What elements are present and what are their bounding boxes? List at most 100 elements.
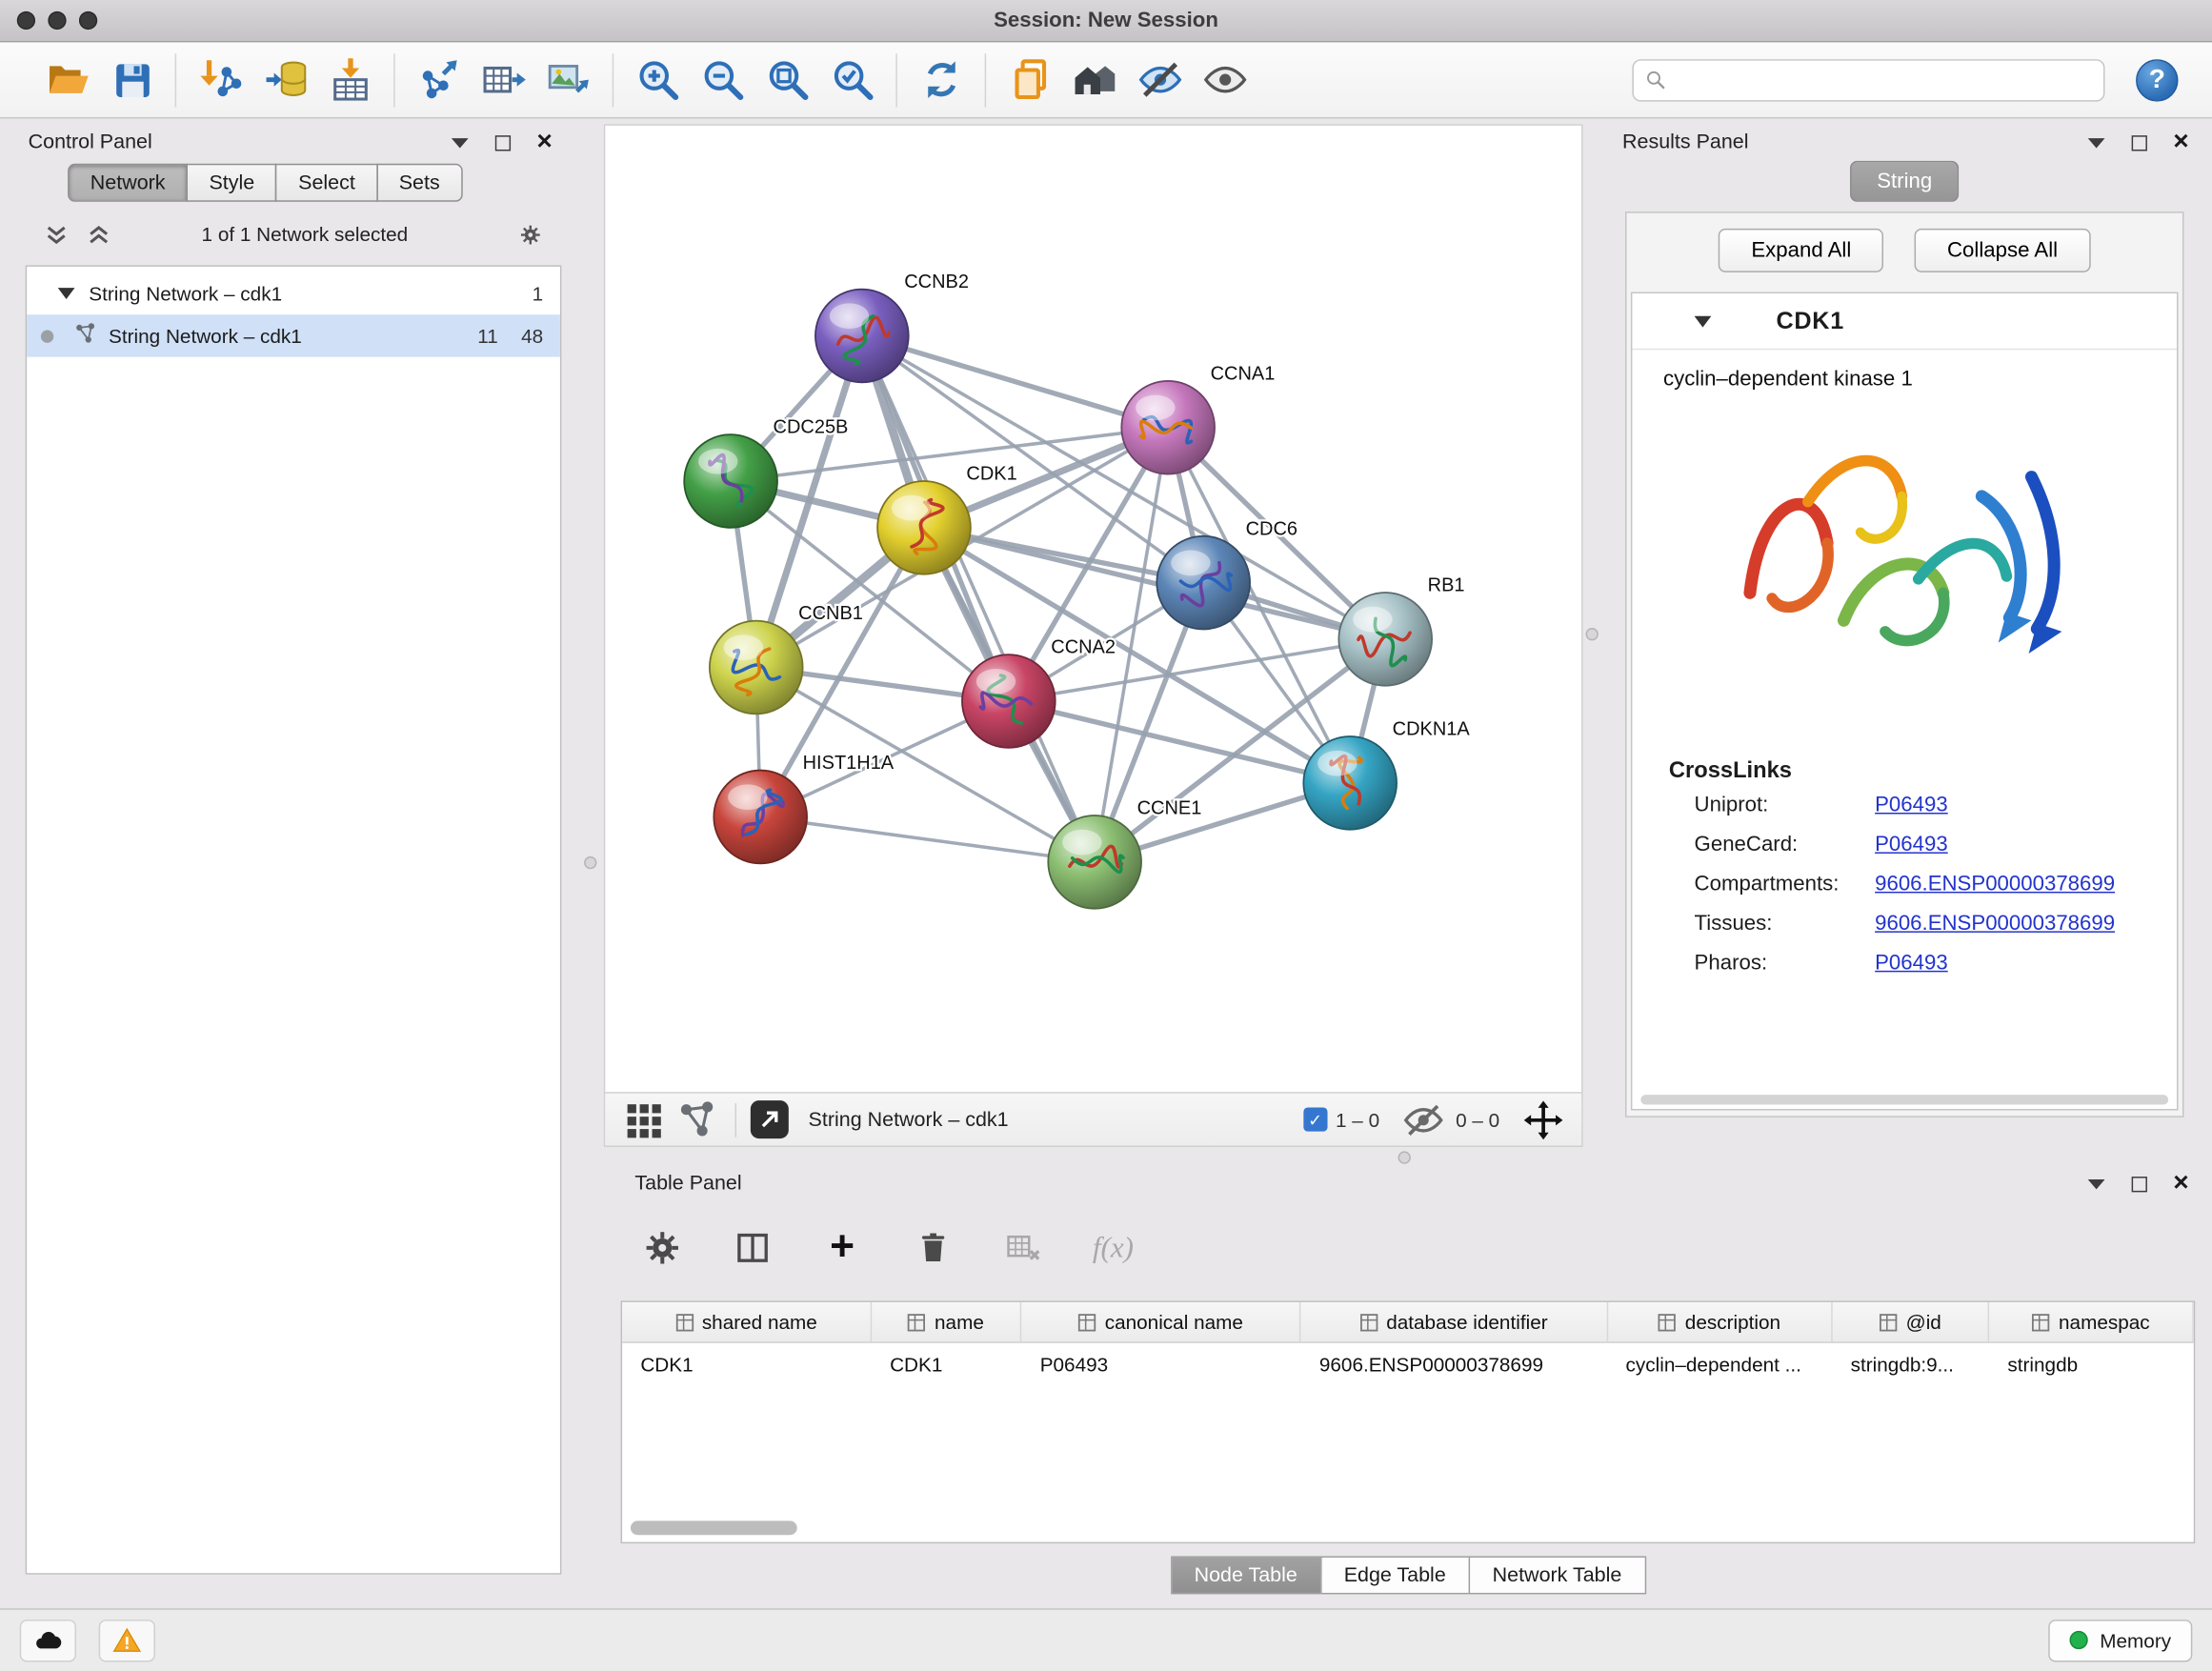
network-node-CCNA1[interactable]: CCNA1 [1121,363,1275,473]
cell-description[interactable]: cyclin–dependent ... [1607,1353,1832,1376]
protein-card-header[interactable]: CDK1 [1632,293,2177,350]
import-network-file-icon[interactable] [188,50,252,110]
crosslink-value[interactable]: P06493 [1875,833,1948,856]
panel-float-icon[interactable] [449,131,472,154]
network-node-RB1[interactable]: RB1 [1338,574,1464,685]
network-node-CCNB2[interactable]: CCNB2 [815,272,969,382]
splitter-handle[interactable] [1398,1151,1411,1163]
documents-icon[interactable] [997,50,1062,110]
import-network-database-icon[interactable] [252,50,317,110]
cell-id[interactable]: stringdb:9... [1832,1353,1989,1376]
network-collection-row[interactable]: String Network – cdk1 1 [27,272,560,314]
column-header[interactable]: namespac [1989,1302,2194,1341]
tab-node-table[interactable]: Node Table [1170,1556,1321,1594]
panel-close-icon[interactable]: × [2170,1173,2193,1196]
panel-maximize-icon[interactable] [491,131,513,154]
delete-table-icon [997,1221,1048,1272]
show-columns-icon[interactable] [727,1221,777,1272]
add-column-icon[interactable]: + [816,1221,867,1272]
splitter-handle[interactable] [584,856,596,869]
memory-button[interactable]: Memory [2049,1619,2192,1661]
tab-network[interactable]: Network [68,164,188,202]
network-node-CDC25B[interactable]: CDC25B [684,417,848,528]
tab-string[interactable]: String [1850,161,1959,202]
panel-close-icon[interactable]: × [2170,131,2193,154]
network-row[interactable]: String Network – cdk1 11 48 [27,314,560,356]
tab-sets[interactable]: Sets [376,164,462,202]
delete-column-icon[interactable] [907,1221,957,1272]
help-icon[interactable]: ? [2136,58,2178,100]
protein-card: CDK1 cyclin–dependent kinase 1 [1631,292,2179,1111]
warnings-button[interactable] [99,1619,155,1661]
panel-close-icon[interactable]: × [533,131,556,154]
expand-all-button[interactable]: Expand All [1719,228,1883,272]
splitter-handle[interactable] [1586,628,1599,640]
home-icon[interactable] [1062,50,1127,110]
panel-maximize-icon[interactable] [2127,131,2150,154]
hidden-elements-eye-icon[interactable] [1402,1099,1444,1138]
network-canvas[interactable]: CCNB2CCNA1CDC25BCDK1CDC6RB1CCNB1CCNA2CDK… [605,126,1581,1092]
cell-shared-name[interactable]: CDK1 [622,1353,872,1376]
tab-edge-table[interactable]: Edge Table [1320,1556,1470,1594]
network-type-icon[interactable] [675,1099,717,1138]
import-table-icon[interactable] [317,50,382,110]
save-session-icon[interactable] [99,50,164,110]
protein-structure-image [1707,416,2102,734]
cell-database-identifier[interactable]: 9606.ENSP00000378699 [1301,1353,1608,1376]
tab-network-table[interactable]: Network Table [1468,1556,1645,1594]
crosslink-value[interactable]: 9606.ENSP00000378699 [1875,872,2115,896]
search-icon [1645,70,1666,91]
show-all-icon[interactable] [1192,50,1257,110]
zoom-in-icon[interactable] [625,50,690,110]
crosslink-row: Pharos: P06493 [1695,951,2177,975]
table-row[interactable]: CDK1 CDK1 P06493 9606.ENSP00000378699 cy… [622,1343,2194,1385]
network-node-CDKN1A[interactable]: CDKN1A [1303,719,1470,830]
horizontal-scrollbar[interactable] [631,1520,797,1535]
crosslink-value[interactable]: P06493 [1875,951,1948,975]
export-table-icon[interactable] [472,50,536,110]
open-session-icon[interactable] [34,50,99,110]
pan-crosshair-icon[interactable] [1522,1099,1564,1138]
horizontal-scrollbar[interactable] [1640,1095,2168,1104]
column-header[interactable]: database identifier [1301,1302,1608,1341]
results-panel-body: Expand All Collapse All CDK1 cyclin–depe… [1625,211,2183,1117]
network-node-HIST1H1A[interactable]: HIST1H1A [714,753,894,863]
table-settings-gear-icon[interactable] [636,1221,687,1272]
zoom-out-icon[interactable] [690,50,754,110]
refresh-icon[interactable] [909,50,974,110]
column-header[interactable]: description [1608,1302,1833,1341]
export-image-icon[interactable] [536,50,601,110]
network-options-gear-icon[interactable] [519,223,542,246]
collapse-section-icon[interactable] [1695,315,1712,327]
crosslink-row: Compartments: 9606.ENSP00000378699 [1695,872,2177,896]
network-node-CCNB1[interactable]: CCNB1 [710,603,863,714]
cloud-button[interactable] [20,1619,76,1661]
birdseye-grid-icon[interactable] [622,1099,664,1138]
export-network-icon[interactable] [406,50,471,110]
panel-float-icon[interactable] [2085,1173,2108,1196]
collapse-all-networks-icon[interactable] [88,223,111,246]
column-header[interactable]: canonical name [1021,1302,1300,1341]
expand-all-networks-icon[interactable] [45,223,68,246]
cell-name[interactable]: CDK1 [872,1353,1022,1376]
column-header[interactable]: shared name [622,1302,872,1341]
crosslink-value[interactable]: P06493 [1875,793,1948,816]
tab-style[interactable]: Style [187,164,277,202]
cell-canonical-name[interactable]: P06493 [1021,1353,1300,1376]
selected-nodes-checkbox-icon[interactable]: ✓ [1303,1108,1327,1132]
column-header[interactable]: name [872,1302,1021,1341]
collection-expander-icon[interactable] [58,288,75,299]
hide-selection-icon[interactable] [1127,50,1192,110]
zoom-fit-icon[interactable] [754,50,819,110]
zoom-selected-icon[interactable] [819,50,884,110]
open-in-new-icon[interactable] [751,1100,789,1138]
search-input[interactable] [1675,67,2092,92]
network-node-CDK1[interactable]: CDK1 [877,464,1017,574]
tab-select[interactable]: Select [275,164,377,202]
panel-float-icon[interactable] [2085,131,2108,154]
panel-maximize-icon[interactable] [2127,1173,2150,1196]
cell-namespace[interactable]: stringdb [1989,1353,2194,1376]
collapse-all-button[interactable]: Collapse All [1915,228,2090,272]
column-header[interactable]: @id [1833,1302,1990,1341]
crosslink-value[interactable]: 9606.ENSP00000378699 [1875,912,2115,936]
